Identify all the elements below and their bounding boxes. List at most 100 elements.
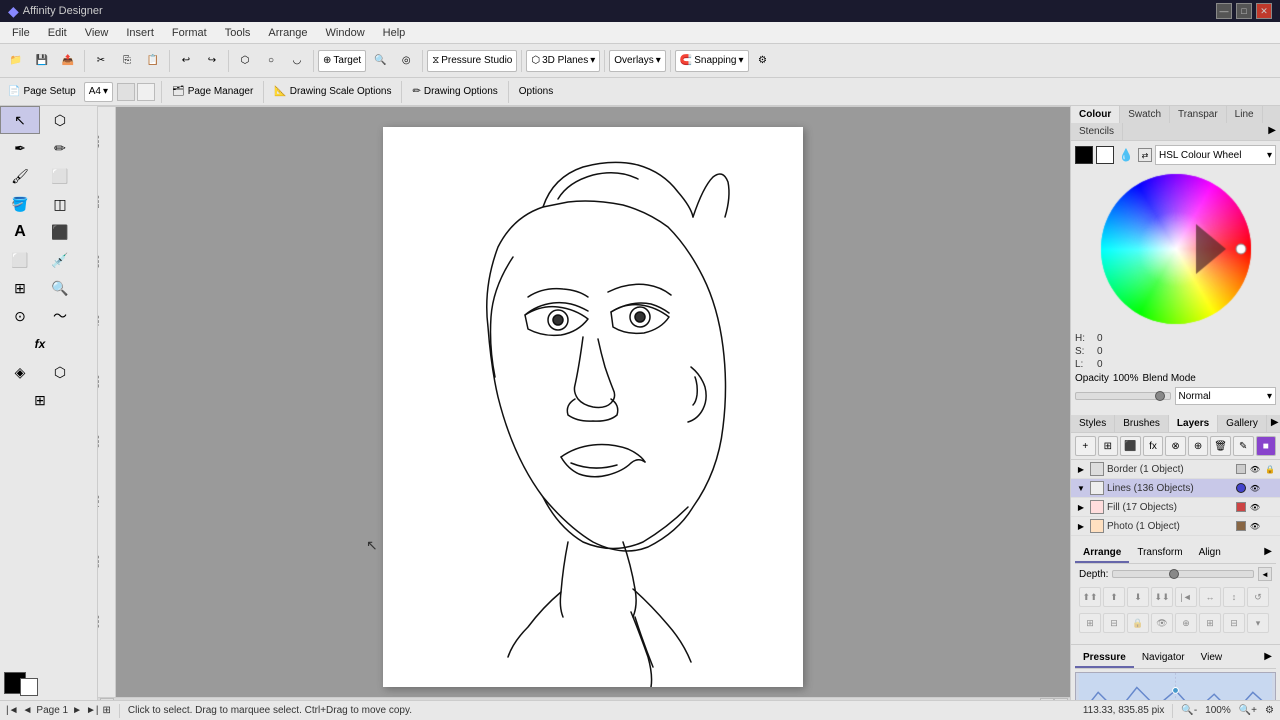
depth-decrement[interactable]: ◄ [1258,567,1272,581]
minimize-button[interactable]: — [1216,3,1232,19]
lines-lock[interactable] [1264,482,1276,494]
layer-fill[interactable]: ▶ Fill (17 Objects) 👁 [1071,498,1280,517]
extra-btn[interactable]: ⚙ [751,48,775,74]
fill-expand[interactable]: ▶ [1075,501,1087,513]
transform-btn[interactable]: ⬡ [233,48,257,74]
scroll-left-btn[interactable]: ◄ [100,698,114,701]
menu-arrange[interactable]: Arrange [260,25,315,41]
layer-border[interactable]: ▶ Border (1 Object) 👁 🔒 [1071,460,1280,479]
cut-button[interactable]: ✂ [89,48,113,74]
tab-align[interactable]: Align [1191,544,1229,563]
fill-eye[interactable]: 👁 [1249,501,1261,513]
snapping-dropdown[interactable]: 🧲 Snapping ▾ [675,50,749,72]
colour-wheel[interactable] [1096,169,1256,329]
opacity-thumb[interactable] [1155,391,1165,401]
ungroup-btn[interactable]: ⊟ [1103,613,1125,633]
brush-tool[interactable]: 🖌 [0,162,40,190]
colour-wheel-container[interactable] [1075,169,1276,329]
group-btn[interactable]: ⊞ [1079,613,1101,633]
forward-btn[interactable]: ⬆ [1103,587,1125,607]
redo-button[interactable]: ↪ [200,48,224,74]
symbol-tool[interactable]: ◈ [0,358,40,386]
circle-btn[interactable]: ○ [259,48,283,74]
mesh-tool[interactable]: ⊞ [0,386,80,414]
pencil-tool[interactable]: ✏ [40,134,80,162]
bg-swatch[interactable] [1096,146,1114,164]
scroll-corner[interactable]: ⊞ [1054,698,1068,701]
fx-tool[interactable]: fx [0,330,80,358]
gradient-tool[interactable]: ◫ [40,190,80,218]
photo-eye[interactable]: 👁 [1249,520,1261,532]
arrange-expand[interactable]: ▶ [1260,544,1276,563]
bg-colour[interactable] [20,678,38,696]
layers-expand[interactable]: ▶ [1267,415,1280,432]
menu-file[interactable]: File [4,25,38,41]
view-options-btn[interactable]: ⚙ [1265,705,1274,716]
border-expand[interactable]: ▶ [1075,463,1087,475]
tab-pressure[interactable]: Pressure [1075,649,1134,668]
delete-layer-btn[interactable]: 🗑 [1210,436,1231,456]
rotate-btn[interactable]: ↺ [1247,587,1269,607]
planes-dropdown[interactable]: ⬡ 3D Planes ▾ [526,50,600,72]
select-tool[interactable]: ↖ [0,106,40,134]
h-scrollbar[interactable]: ◄ ► ⊞ [98,697,1070,700]
curve-btn[interactable]: ◡ [285,48,309,74]
circle2-btn[interactable]: ◎ [394,48,418,74]
page-size-dropdown[interactable]: A4 ▾ [84,82,113,102]
add-layer-btn[interactable]: + [1075,436,1096,456]
node-tool[interactable]: ⬡ [40,106,80,134]
hide-btn[interactable]: 👁 [1151,613,1173,633]
pressure-expand[interactable]: ▶ [1260,649,1276,668]
tab-gallery[interactable]: Gallery [1218,415,1267,432]
border-eye[interactable]: 👁 [1249,463,1261,475]
save-button[interactable]: 💾 [30,48,54,74]
photo-lock[interactable] [1264,520,1276,532]
menu-help[interactable]: Help [375,25,414,41]
undo-button[interactable]: ↩ [174,48,198,74]
lock-btn[interactable]: 🔒 [1127,613,1149,633]
tab-layers[interactable]: Layers [1169,415,1218,432]
tab-swatch[interactable]: Swatch [1120,106,1170,123]
warp-tool[interactable]: ⊙ [0,302,40,330]
depth-thumb[interactable] [1169,569,1179,579]
first-page-btn[interactable]: |◄ [6,705,19,716]
colour-swap-icon[interactable]: ⇄ [1138,148,1152,162]
depth-slider[interactable] [1112,570,1254,578]
edit-layer-btn[interactable]: ✎ [1233,436,1254,456]
colour-type-dropdown[interactable]: HSL Colour Wheel ▾ [1155,145,1276,165]
layer-photo[interactable]: ▶ Photo (1 Object) 👁 [1071,517,1280,536]
tab-stencils[interactable]: Stencils [1071,123,1123,140]
open-button[interactable]: 📁 [4,48,28,74]
arrange-layer-btn[interactable]: ⊕ [1188,436,1209,456]
frame-tool[interactable]: ⬛ [40,218,80,246]
fill-lock[interactable] [1264,501,1276,513]
photo-expand[interactable]: ▶ [1075,520,1087,532]
distribute-v-btn[interactable]: ⊟ [1223,613,1245,633]
to-back-btn[interactable]: ⬇⬇ [1151,587,1173,607]
drawing-options-item[interactable]: ✏ Drawing Options [408,84,501,99]
paste-button[interactable]: 📋 [141,48,165,74]
group-tool[interactable]: ⬡ [40,358,80,386]
tab-brushes[interactable]: Brushes [1115,415,1169,432]
pen-tool[interactable]: ✒ [0,134,40,162]
lines-eye[interactable]: 👁 [1249,482,1261,494]
flip-h-btn[interactable]: ↔ [1199,587,1221,607]
menu-window[interactable]: Window [318,25,373,41]
eyedropper-icon[interactable]: 💧 [1117,146,1135,164]
options-item[interactable]: Options [515,84,557,99]
close-button[interactable]: ✕ [1256,3,1272,19]
fx-layer-btn[interactable]: fx [1143,436,1164,456]
overlays-dropdown[interactable]: Overlays ▾ [609,50,665,72]
target-dropdown[interactable]: ⊕ Target [318,50,366,72]
fill-tool[interactable]: 🪣 [0,190,40,218]
scroll-right-btn[interactable]: ► [1040,698,1054,701]
fill-layer-btn[interactable]: ■ [1256,436,1277,456]
page-manager-item[interactable]: 🗂 Page Manager [168,84,257,99]
blend-dropdown[interactable]: Normal ▾ [1175,387,1277,405]
pressure-graph[interactable] [1075,672,1276,700]
pressure-dropdown[interactable]: ⧖ Pressure Studio [427,50,517,72]
more-btn[interactable]: ▾ [1247,613,1269,633]
shape-tool[interactable]: ⬜ [0,246,40,274]
eraser-tool[interactable]: ⬜ [40,162,80,190]
add-page-btn[interactable]: ⊞ [103,705,111,716]
